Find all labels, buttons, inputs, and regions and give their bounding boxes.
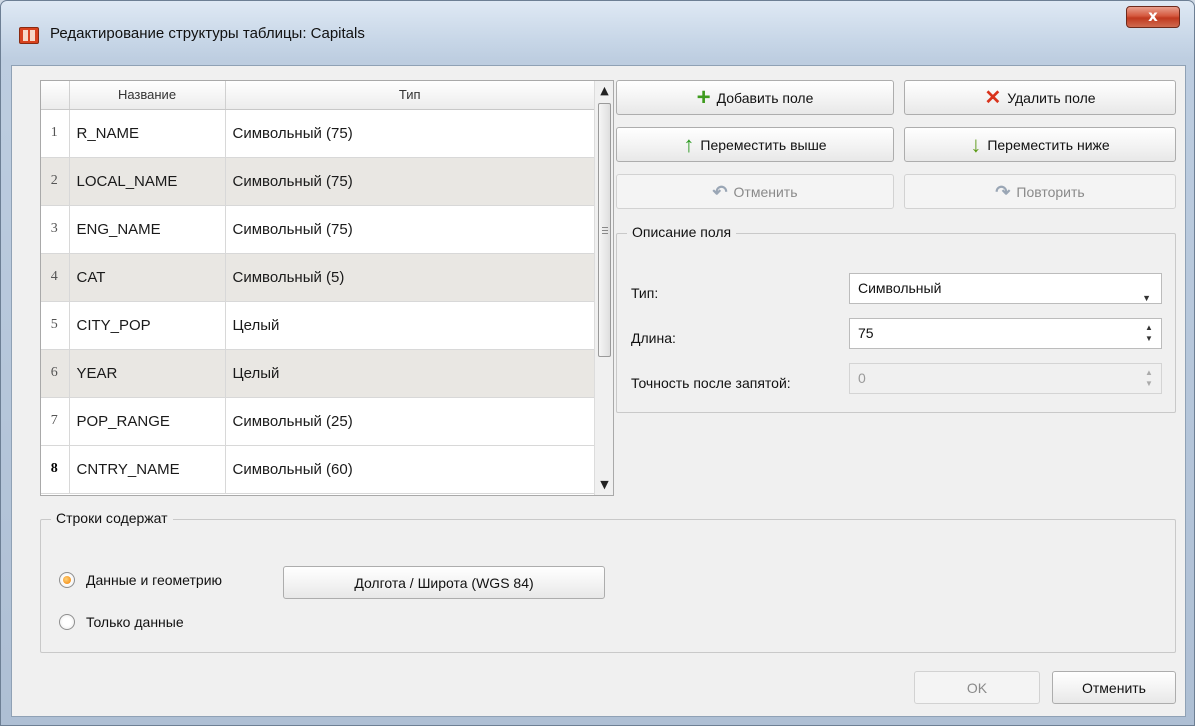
arrow-down-icon: ↓ <box>970 131 982 157</box>
fields-table: Название Тип 1 R_NAME Символьный (75) 2 … <box>40 80 614 496</box>
column-header-type[interactable]: Тип <box>225 81 595 110</box>
crs-button-label: Долгота / Широта (WGS 84) <box>354 574 534 591</box>
undo-label: Отменить <box>733 183 798 200</box>
dialog-window: Редактирование структуры таблицы: Capita… <box>0 0 1195 726</box>
precision-label: Точность после запятой: <box>631 375 791 391</box>
field-type-cell[interactable]: Символьный (75) <box>225 109 595 158</box>
field-name-cell[interactable]: R_NAME <box>69 109 226 158</box>
length-spinbox[interactable]: 75 ▲ ▼ <box>849 318 1162 349</box>
field-name-cell[interactable]: ENG_NAME <box>69 205 226 254</box>
dialog-body: Название Тип 1 R_NAME Символьный (75) 2 … <box>11 65 1186 717</box>
ok-label: OK <box>966 679 988 696</box>
field-type-cell[interactable]: Целый <box>225 349 595 398</box>
table-header: Название Тип <box>41 81 595 110</box>
table-row[interactable]: 5 CITY_POP Целый <box>41 301 595 350</box>
rows-contain-group: Строки содержат Данные и геометрию Долго… <box>40 510 1176 653</box>
radio-data-only-label[interactable]: Только данные <box>86 614 184 630</box>
type-label: Тип: <box>631 285 659 301</box>
column-header-name[interactable]: Название <box>69 81 226 110</box>
field-name-cell[interactable]: CNTRY_NAME <box>69 445 226 494</box>
row-number-header <box>41 81 70 110</box>
ok-button[interactable]: OK <box>914 671 1040 704</box>
type-select[interactable]: Символьный ▼ <box>849 273 1162 304</box>
field-type-cell[interactable]: Целый <box>225 301 595 350</box>
field-name-cell[interactable]: CAT <box>69 253 226 302</box>
arrow-up-icon: ↑ <box>683 131 695 157</box>
spin-arrows-icon[interactable]: ▲ ▼ <box>1144 322 1154 344</box>
close-button[interactable]: x <box>1126 6 1180 28</box>
field-type-cell[interactable]: Символьный (75) <box>225 157 595 206</box>
field-name-cell[interactable]: YEAR <box>69 349 226 398</box>
spin-arrows-icon: ▲ ▼ <box>1145 368 1153 388</box>
delete-field-label: Удалить поле <box>1007 89 1096 106</box>
radio-geometry[interactable] <box>59 572 75 588</box>
plus-icon: + <box>696 83 711 111</box>
row-number: 4 <box>41 253 70 302</box>
rows-contain-title: Строки содержат <box>51 510 173 526</box>
grip-line <box>602 233 608 234</box>
cancel-label: Отменить <box>1082 679 1146 696</box>
grip-line <box>602 230 608 231</box>
row-number: 3 <box>41 205 70 254</box>
row-number: 6 <box>41 349 70 398</box>
scroll-thumb[interactable] <box>598 103 611 357</box>
table-scrollbar[interactable]: ▲ ▼ <box>594 81 613 495</box>
redo-button[interactable]: ↷ Повторить <box>904 174 1176 209</box>
field-name-cell[interactable]: CITY_POP <box>69 301 226 350</box>
radio-geometry-label[interactable]: Данные и геометрию <box>86 572 222 588</box>
window-title: Редактирование структуры таблицы: Capita… <box>50 25 365 42</box>
radio-data-only[interactable] <box>59 614 75 630</box>
scroll-up-arrow-icon[interactable]: ▲ <box>598 85 611 97</box>
field-description-group: Описание поля Тип: Символьный ▼ Длина: 7… <box>616 224 1176 413</box>
undo-icon: ↶ <box>712 181 728 202</box>
table-row[interactable]: 3 ENG_NAME Символьный (75) <box>41 205 595 254</box>
crs-button[interactable]: Долгота / Широта (WGS 84) <box>283 566 605 599</box>
undo-button[interactable]: ↶ Отменить <box>616 174 894 209</box>
row-number: 2 <box>41 157 70 206</box>
length-label: Длина: <box>631 330 676 346</box>
length-value: 75 <box>858 325 874 341</box>
map-book-icon <box>19 27 39 44</box>
title-bar: Редактирование структуры таблицы: Capita… <box>1 1 1194 61</box>
cancel-button[interactable]: Отменить <box>1052 671 1176 704</box>
field-type-cell[interactable]: Символьный (5) <box>225 253 595 302</box>
table-row-selected[interactable]: 8 CNTRY_NAME Символьный (60) <box>41 445 595 494</box>
grip-line <box>602 227 608 228</box>
move-up-button[interactable]: ↑ Переместить выше <box>616 127 894 162</box>
move-up-label: Переместить выше <box>700 136 827 153</box>
delete-x-icon: ✕ <box>984 86 1002 109</box>
type-select-value: Символьный <box>858 280 942 296</box>
chevron-down-icon: ▼ <box>1142 293 1151 303</box>
add-field-label: Добавить поле <box>716 89 814 106</box>
table-row[interactable]: 7 POP_RANGE Символьный (25) <box>41 397 595 446</box>
field-type-cell[interactable]: Символьный (60) <box>225 445 595 494</box>
table-row[interactable]: 2 LOCAL_NAME Символьный (75) <box>41 157 595 206</box>
precision-spinbox[interactable]: 0 ▲ ▼ <box>849 363 1162 394</box>
redo-label: Повторить <box>1016 183 1085 200</box>
table-row[interactable]: 4 CAT Символьный (5) <box>41 253 595 302</box>
move-down-label: Переместить ниже <box>987 136 1110 153</box>
field-type-cell[interactable]: Символьный (75) <box>225 205 595 254</box>
field-name-cell[interactable]: POP_RANGE <box>69 397 226 446</box>
table-row[interactable]: 6 YEAR Целый <box>41 349 595 398</box>
field-type-cell[interactable]: Символьный (25) <box>225 397 595 446</box>
move-down-button[interactable]: ↓ Переместить ниже <box>904 127 1176 162</box>
row-number: 8 <box>41 445 70 494</box>
precision-value: 0 <box>858 370 866 386</box>
add-field-button[interactable]: + Добавить поле <box>616 80 894 115</box>
row-number: 7 <box>41 397 70 446</box>
row-number: 5 <box>41 301 70 350</box>
scroll-down-arrow-icon[interactable]: ▼ <box>598 479 611 491</box>
field-name-cell[interactable]: LOCAL_NAME <box>69 157 226 206</box>
row-number: 1 <box>41 109 70 158</box>
field-description-title: Описание поля <box>627 224 737 240</box>
redo-icon: ↷ <box>995 181 1011 202</box>
table-row[interactable]: 1 R_NAME Символьный (75) <box>41 109 595 158</box>
delete-field-button[interactable]: ✕ Удалить поле <box>904 80 1176 115</box>
